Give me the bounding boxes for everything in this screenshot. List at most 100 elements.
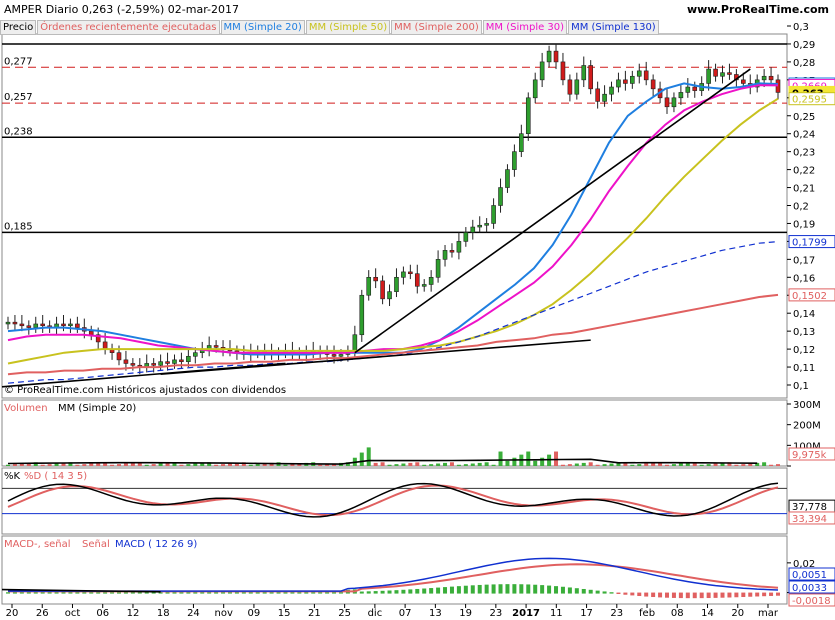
candle xyxy=(421,284,427,287)
x-tick-label: 13 xyxy=(429,608,442,619)
candle xyxy=(498,187,503,206)
volume-bar xyxy=(512,457,517,466)
x-tick-label: 06 xyxy=(96,608,109,619)
macd-signal-label[interactable]: Señal xyxy=(82,539,110,550)
macd-histogram-bar xyxy=(533,584,538,594)
mm50-label[interactable]: MM (Simple 50) xyxy=(305,20,391,35)
candle xyxy=(33,323,39,328)
macd-histogram-bar xyxy=(40,592,45,594)
stoch-d-label[interactable]: %D ( 14 3 5) xyxy=(24,471,87,482)
volume-bar xyxy=(762,462,767,466)
macd-histogram-bar xyxy=(567,587,572,594)
volume-bar xyxy=(429,464,434,466)
macd-histogram-bar xyxy=(304,592,309,594)
price-panel-label[interactable]: Precio xyxy=(0,20,37,35)
macd-histogram-bar xyxy=(116,592,121,594)
macd-histogram-bar xyxy=(366,591,371,594)
mm30-label[interactable]: MM (Simple 30) xyxy=(482,20,568,35)
volume-bar xyxy=(526,451,531,466)
macd-histogram-bar xyxy=(741,592,746,598)
mm20-label[interactable]: MM (Simple 20) xyxy=(220,20,305,35)
price-ytick-label: 0,13 xyxy=(793,327,815,338)
volume-bar xyxy=(560,464,565,466)
macd-histogram-bar xyxy=(165,592,170,594)
x-tick-label: 26 xyxy=(36,608,49,619)
price-ytick-label: 0,21 xyxy=(793,184,815,195)
macd-histogram-bar xyxy=(311,592,316,594)
volume-bar xyxy=(255,464,260,466)
macd-histogram-bar xyxy=(103,592,108,594)
candle xyxy=(713,68,718,77)
macd-histogram-bar xyxy=(658,592,663,598)
macd-value-tag-text: 0,0033 xyxy=(792,583,827,594)
volume-bar xyxy=(574,463,579,466)
macd-histogram-bar xyxy=(123,592,128,594)
volume-mm20-label[interactable]: MM (Simple 20) xyxy=(58,403,136,414)
macd-histogram-bar xyxy=(706,592,711,599)
candle xyxy=(595,88,600,102)
volume-bar xyxy=(380,462,385,466)
candle xyxy=(338,354,344,357)
volume-bar xyxy=(318,464,323,466)
macd-histogram-bar xyxy=(755,592,760,597)
candle xyxy=(5,321,11,325)
chart-header: AMPER Diario 0,263 (-2,59%) 02-mar-2017 … xyxy=(0,0,835,20)
candle xyxy=(664,97,670,108)
volume-bar xyxy=(82,464,87,466)
stoch-k-label[interactable]: %K xyxy=(4,471,21,482)
x-tick-label: feb xyxy=(639,608,655,619)
price-ytick-label: 0,3 xyxy=(793,22,809,33)
candle xyxy=(130,363,136,366)
macd-histogram-bar xyxy=(581,588,586,594)
macd-histogram-bar xyxy=(720,592,725,598)
macd-histogram-bar xyxy=(436,587,441,594)
volume-label[interactable]: Volumen xyxy=(4,403,48,414)
macd-histogram-bar xyxy=(401,589,406,594)
candle xyxy=(525,97,531,135)
macd-histogram-bar xyxy=(408,589,413,594)
x-tick-label: oct xyxy=(65,608,81,619)
macd-histogram-bar xyxy=(186,592,191,594)
macd-params-label[interactable]: MACD ( 12 26 9) xyxy=(115,539,197,550)
ordenes-label[interactable]: Órdenes recientemente ejecutadas xyxy=(37,20,220,35)
candle xyxy=(477,224,483,228)
volume-bar xyxy=(588,462,593,466)
macd-histogram-bar xyxy=(776,592,780,596)
macd-histogram-bar xyxy=(19,592,24,594)
macd-histogram-bar xyxy=(692,592,697,599)
volume-bar xyxy=(366,447,371,466)
site-url[interactable]: www.ProRealTime.com xyxy=(687,3,829,16)
candle xyxy=(366,276,372,296)
mm20-line xyxy=(7,82,779,356)
macd-histogram-bar xyxy=(227,592,232,594)
volume-bar xyxy=(408,462,413,466)
macd-histogram-bar xyxy=(269,592,274,594)
price-value-tag-text: 0,1502 xyxy=(792,291,827,302)
volume-bar xyxy=(567,464,572,466)
volume-bar xyxy=(248,464,253,466)
mm200-label[interactable]: MM (Simple 200) xyxy=(391,20,482,35)
level-line-label: 0,238 xyxy=(4,126,33,137)
macd-histogram-bar xyxy=(422,588,427,594)
candle xyxy=(768,75,774,81)
stochastic-panel-frame xyxy=(1,467,788,535)
candle xyxy=(88,330,94,336)
volume-bar xyxy=(630,464,635,466)
volume-bar xyxy=(387,464,392,466)
candle xyxy=(61,323,66,327)
macd-histogram-bar xyxy=(359,591,364,594)
macd-histogram-bar xyxy=(12,592,17,594)
candle xyxy=(75,323,80,328)
volume-bar xyxy=(637,464,642,466)
macd-histogram-bar xyxy=(547,585,552,594)
macd-histogram-bar xyxy=(290,592,295,594)
macd-histogram-bar xyxy=(644,592,649,597)
volume-value-tag-text: 9,975k xyxy=(792,450,827,461)
mm130-label[interactable]: MM (Simple 130) xyxy=(568,20,659,35)
macd-label[interactable]: MACD-, señal xyxy=(4,539,71,550)
x-tick-label: 09 xyxy=(248,608,261,619)
level-line-label: 0,185 xyxy=(4,221,33,232)
candle xyxy=(630,75,635,84)
macd-histogram-bar xyxy=(505,584,510,594)
candle xyxy=(741,79,746,84)
